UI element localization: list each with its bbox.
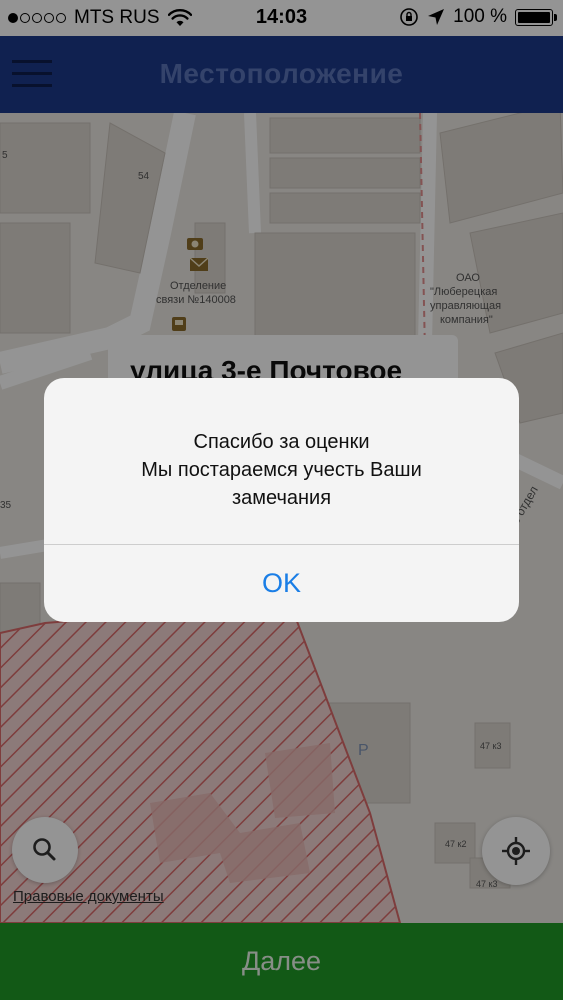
alert-line: Мы постараемся учесть Ваши	[141, 459, 422, 481]
alert-ok-button[interactable]: OK	[44, 545, 519, 622]
alert-message: Спасибо за оценки Мы постараемся учесть …	[64, 428, 499, 512]
alert-line: Спасибо за оценки	[193, 431, 370, 453]
alert-dialog: Спасибо за оценки Мы постараемся учесть …	[44, 378, 519, 622]
alert-line: замечания	[231, 487, 332, 509]
